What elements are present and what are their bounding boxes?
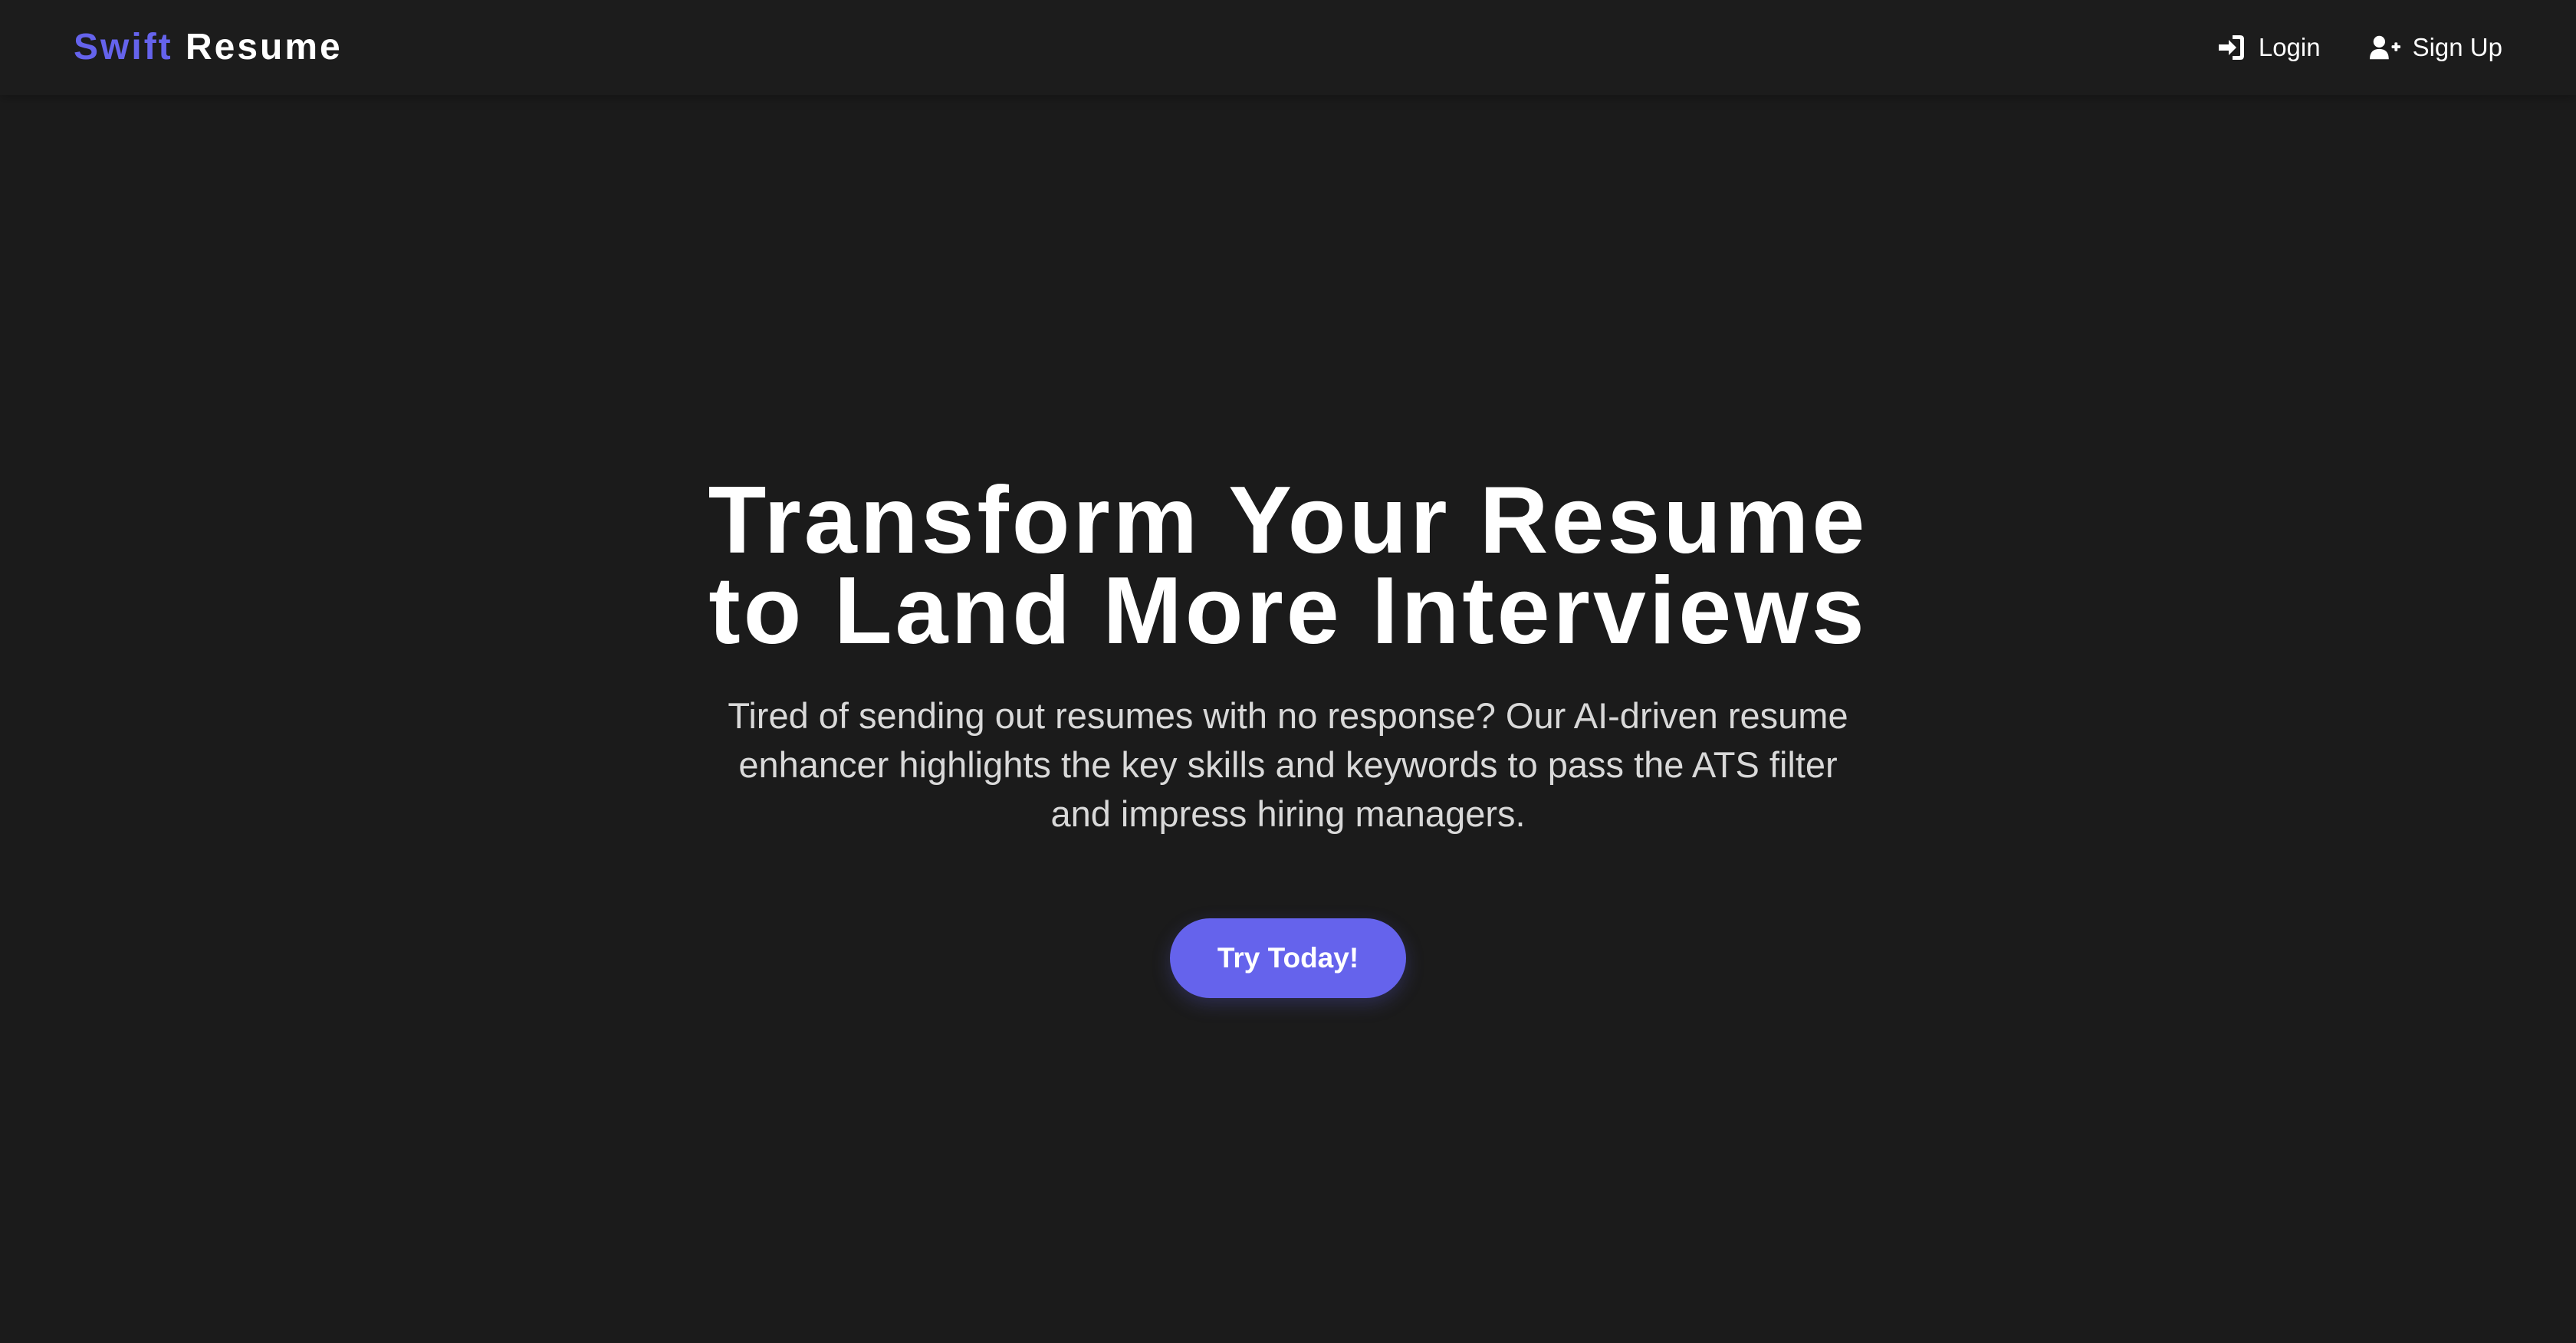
login-link[interactable]: Login: [2216, 32, 2321, 63]
login-label: Login: [2258, 33, 2321, 61]
try-today-button[interactable]: Try Today!: [1170, 918, 1406, 998]
hero-section: Transform Your Resume to Land More Inter…: [0, 473, 2576, 998]
sign-in-icon: [2216, 32, 2246, 63]
nav-links: Login Sign Up: [2216, 26, 2502, 69]
top-navbar: Swift Resume Login Sign Up: [0, 0, 2576, 95]
signup-link[interactable]: Sign Up: [2369, 32, 2502, 63]
hero-subtitle: Tired of sending out resumes with no res…: [728, 695, 1848, 834]
landing-page: Swift Resume Login Sign Up Transform You…: [0, 0, 2576, 1343]
hero-title: Transform Your Resume to Land More Inter…: [598, 473, 1978, 658]
brand-main-text: Resume: [186, 27, 343, 67]
brand-logo[interactable]: Swift Resume: [74, 23, 343, 72]
signup-label: Sign Up: [2412, 33, 2502, 61]
brand-accent-text: Swift: [74, 27, 173, 67]
user-plus-icon: [2369, 32, 2400, 63]
hero-title-line-2: to Land More Interviews: [708, 558, 1868, 664]
